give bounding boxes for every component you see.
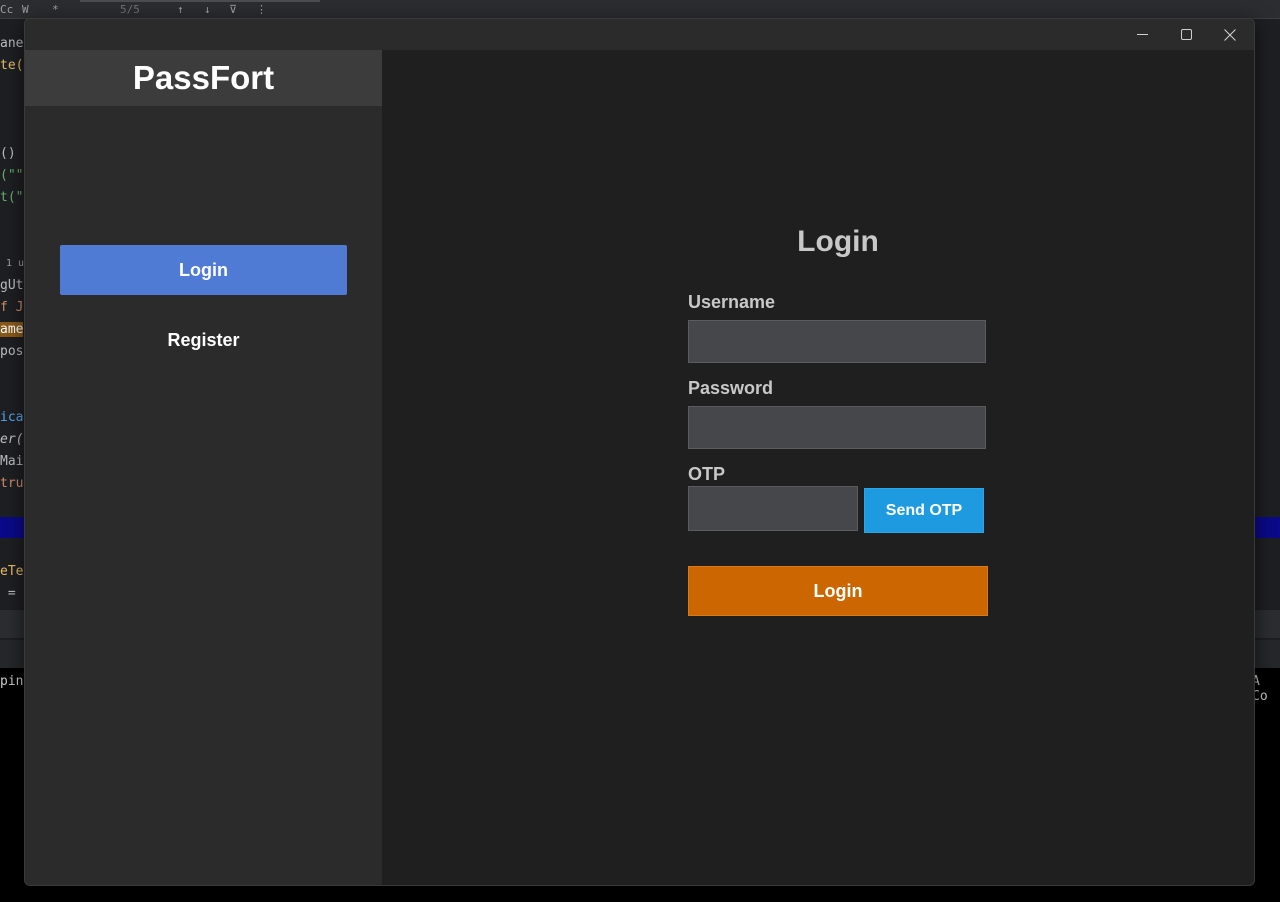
- code-line: te(: [0, 58, 24, 73]
- previous-match-icon[interactable]: ↑: [177, 3, 184, 16]
- whole-word-toggle[interactable]: W: [22, 3, 29, 16]
- password-field[interactable]: [688, 406, 986, 449]
- app-brand: PassFort: [25, 50, 382, 106]
- code-line: gUt: [0, 278, 24, 293]
- minimize-icon[interactable]: [1120, 19, 1164, 50]
- code-line: ("": [0, 168, 24, 183]
- next-match-icon[interactable]: ↓: [204, 3, 211, 16]
- login-button[interactable]: Login: [688, 566, 988, 616]
- sidebar-item-login[interactable]: Login: [60, 245, 347, 295]
- code-line: ane: [0, 36, 24, 51]
- more-options-icon[interactable]: ⋮: [256, 3, 267, 16]
- code-line: pos: [0, 344, 24, 359]
- title-bar[interactable]: [25, 19, 1254, 50]
- otp-field[interactable]: [688, 486, 858, 531]
- filter-icon[interactable]: ⊽: [229, 3, 237, 16]
- code-line: =: [0, 586, 16, 601]
- ide-tab-underline: [80, 0, 320, 2]
- code-line: tru: [0, 476, 24, 491]
- code-line: er(: [0, 432, 24, 447]
- close-icon[interactable]: [1208, 19, 1252, 50]
- regex-toggle[interactable]: *: [52, 3, 59, 16]
- code-line: f J: [0, 300, 24, 315]
- code-line: t(": [0, 190, 24, 205]
- username-field[interactable]: [688, 320, 986, 363]
- otp-label: OTP: [688, 464, 726, 484]
- sidebar-item-register[interactable]: Register: [60, 315, 347, 365]
- code-line: ica: [0, 410, 24, 425]
- code-line-highlighted: ame: [0, 322, 24, 337]
- send-otp-button[interactable]: Send OTP: [864, 488, 984, 533]
- code-line: eTe: [0, 564, 24, 579]
- page-title: Login: [797, 225, 879, 258]
- password-label: Password: [688, 378, 774, 398]
- sidebar: PassFort Login Register: [25, 50, 382, 885]
- username-label: Username: [688, 292, 776, 312]
- login-panel: Login Username Password OTP Send OTP Log…: [382, 50, 1254, 885]
- app-window: PassFort Login Register Login Username P…: [24, 18, 1255, 886]
- maximize-icon[interactable]: [1164, 19, 1208, 50]
- match-count: 5/5: [120, 3, 140, 16]
- ide-toolbar: Cc W * 5/5 ↑ ↓ ⊽ ⋮: [0, 0, 1280, 19]
- terminal-text: A Co: [1252, 674, 1268, 704]
- code-line: (): [0, 146, 16, 161]
- code-line: Mai: [0, 454, 24, 469]
- match-case-toggle[interactable]: Cc: [0, 3, 13, 16]
